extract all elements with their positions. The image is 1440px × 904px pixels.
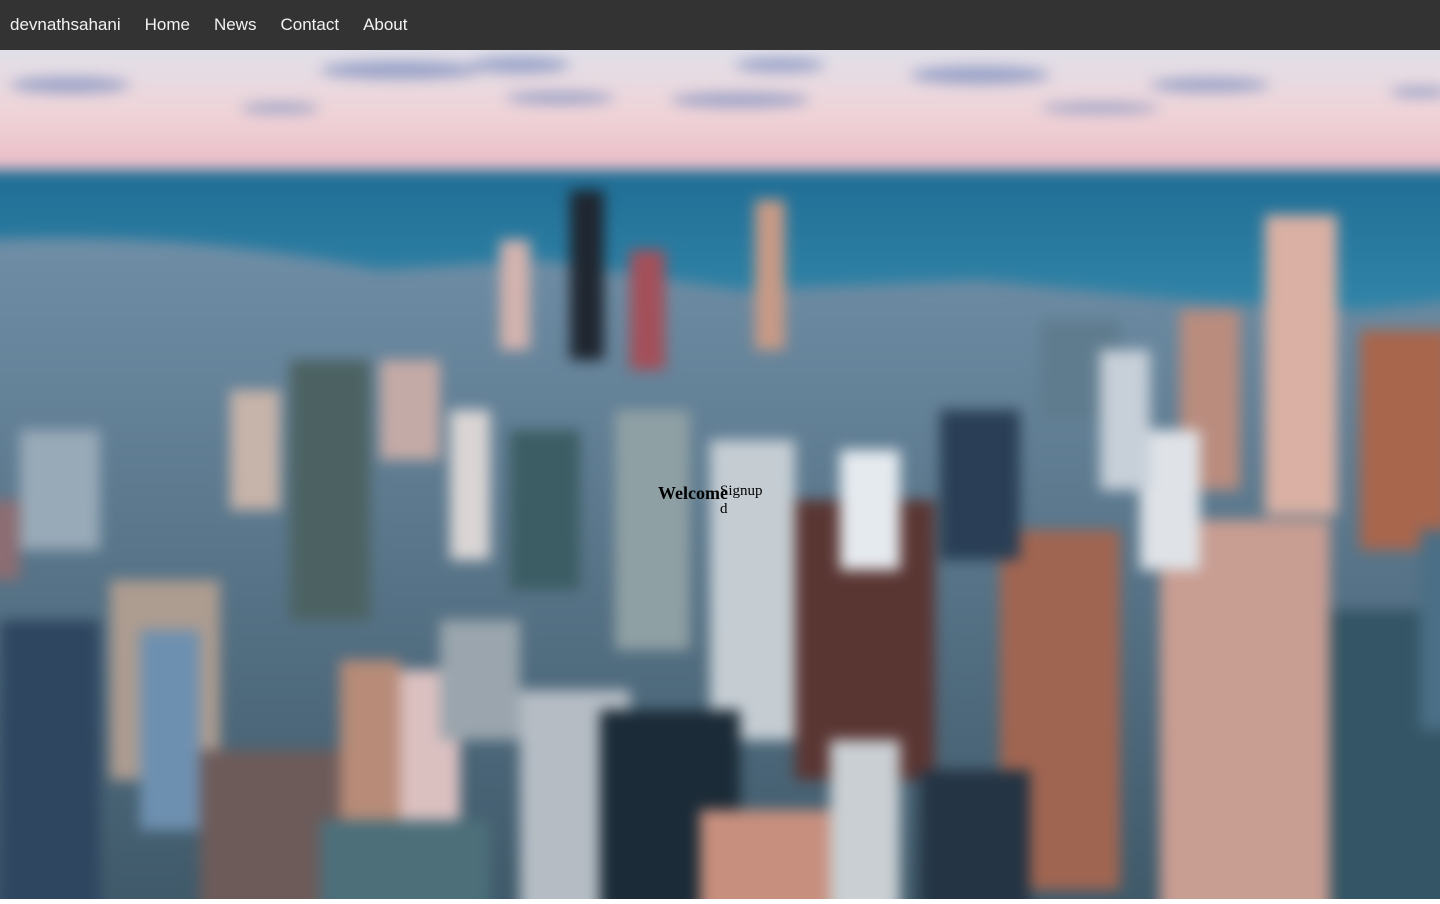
brand-link[interactable]: devnathsahani — [10, 15, 121, 35]
nav-news-link[interactable]: News — [214, 15, 257, 35]
welcome-heading: Welcome — [658, 483, 728, 503]
nav-contact-link[interactable]: Contact — [280, 15, 339, 35]
page-bottom-margin — [0, 899, 1440, 904]
nav-home-link[interactable]: Home — [145, 15, 190, 35]
city-skyline-background-image — [0, 50, 1440, 899]
hero-section: Welcome Signupd — [0, 50, 1440, 899]
signup-text: Signupd — [720, 483, 763, 517]
nav-about-link[interactable]: About — [363, 15, 407, 35]
top-navigation-bar: devnathsahani Home News Contact About — [0, 0, 1440, 50]
